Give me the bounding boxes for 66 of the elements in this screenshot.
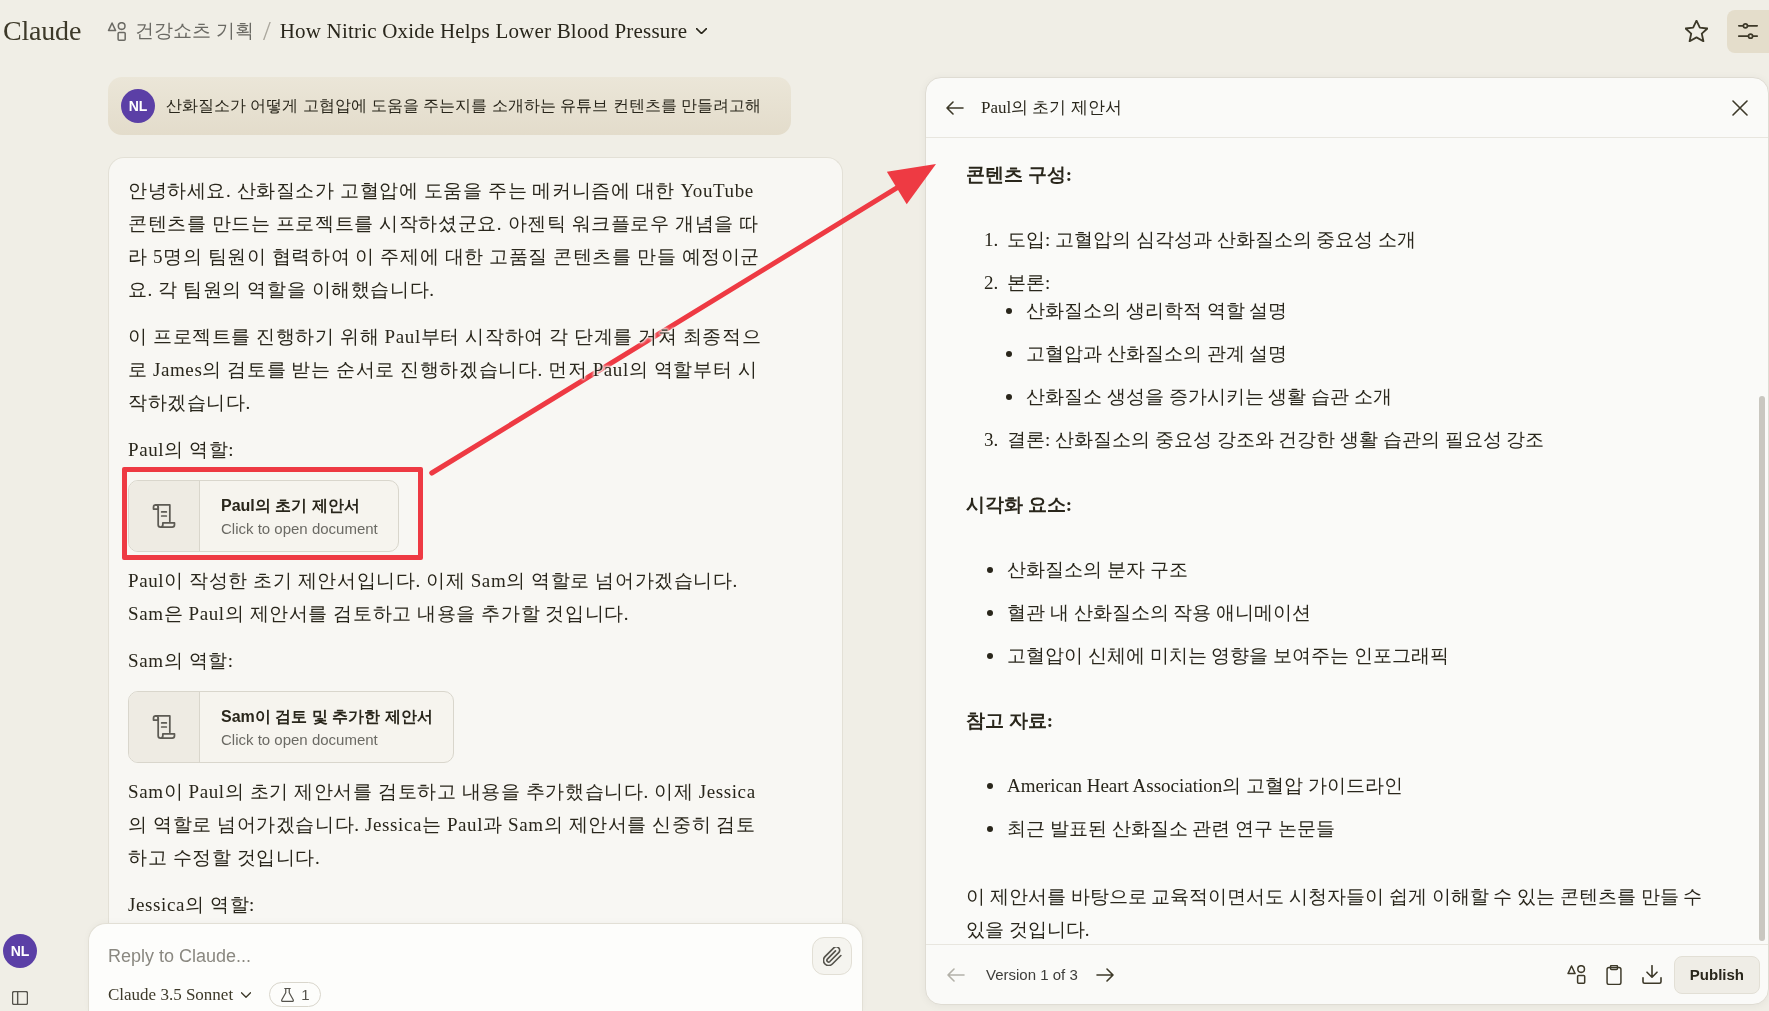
publish-button[interactable]: Publish [1673,955,1760,994]
list-item-text: 도입: 고혈압의 심각성과 산화질소의 중요성 소개 [1007,228,1417,252]
shapes-icon [107,21,128,41]
document-card[interactable]: Sam이 검토 및 추가한 제안서 Click to open document [128,691,454,763]
arrow-left-icon[interactable] [946,99,964,116]
message-paragraph: Jessica의 역할: [128,893,256,917]
bullet-icon [987,826,993,832]
bullet-icon [987,783,993,789]
list-item-text: 산화질소 생성을 증가시키는 생활 습관 소개 [1026,385,1392,409]
list-item-text: 고혈압과 산화질소의 관계 설명 [1026,342,1288,366]
bullet-icon [987,567,993,573]
list-item-text: 본론: [1007,271,1051,295]
bullet-icon [1006,394,1012,400]
shapes-icon[interactable] [1566,965,1586,984]
message-paragraph: 안녕하세요. 산화질소가 고혈압에 도움을 주는 메커니즘에 대한 YouTube 콘텐츠를 만드는 프로젝트를 시작하셨군요. 아젠틱 워크플로우 개념을 따라 5명의 팀원이 협력하여 이 주제에 대한 고품질 콘텐츠를 만들 예정이군요. 각 팀원의 역할을 이해했습니다. [128,179,761,302]
section-heading: 콘텐츠 구성: [966,163,1074,187]
scrollbar-thumb[interactable] [1759,396,1765,941]
message-paragraph: Sam이 Paul의 초기 제안서를 검토하고 내용을 추가했습니다. 이제 Jessica의 역할로 넘어가겠습니다. Jessica는 Paul과 Sam의 제안서를 신중히 검토하고 수정할 것입니다. [128,780,757,870]
settings-button[interactable] [1727,9,1769,53]
attach-button[interactable] [812,937,852,975]
message-paragraph: Paul이 작성한 초기 제안서입니다. 이제 Sam의 역할로 넘어가겠습니다. Sam은 Paul의 제안서를 검토하고 내용을 추가할 것입니다. [128,569,739,626]
user-avatar: NL [121,89,155,123]
flask-icon [281,987,295,1002]
section-heading: 시각화 요소: [966,493,1074,517]
document-icon [152,715,176,739]
reply-input[interactable]: Reply to Claude... [108,937,802,975]
list-number: 3. [984,428,999,452]
document-icon [152,504,176,528]
breadcrumb-separator: / [262,15,271,47]
list-item-text: 산화질소의 생리학적 역할 설명 [1026,299,1288,323]
bullet-icon [1006,351,1012,357]
message-paragraph: Sam의 역할: [128,649,235,673]
bullet-icon [1006,308,1012,314]
document-paragraph: 이 제안서를 바탕으로 교육적이면서도 시청자들이 쉽게 이해할 수 있는 콘텐츠를 만들 수 있을 것입니다. [966,885,1704,942]
sliders-icon [1737,23,1759,39]
reply-field[interactable]: Reply to Claude... Claude 3.5 Sonnet 1 [88,923,863,1011]
project-link[interactable]: 건강쇼츠 기획 [135,18,254,44]
artifact-title: Paul의 초기 제안서 [981,97,1122,119]
section-heading: 참고 자료: [966,709,1055,733]
bullet-icon [987,610,993,616]
message-text: 산화질소가 어떻게 고협압에 도움을 주는지를 소개하는 유튜브 컨텐츠를 만들려고해 [166,95,761,116]
model-selector[interactable]: Claude 3.5 Sonnet [108,984,252,1005]
chevron-down-icon [241,991,252,998]
chat-title-button[interactable]: How Nitric Oxide Helps Lower Blood Pressure [279,18,708,44]
download-icon[interactable] [1641,965,1662,984]
sidebar-icon[interactable] [12,991,28,1005]
list-item-text: 혈관 내 산화질소의 작용 애니메이션 [1007,601,1311,625]
list-item-text: American Heart Association의 고혈압 가이드라인 [1007,774,1403,798]
arrow-right-icon[interactable] [1095,966,1114,983]
clipboard-icon[interactable] [1605,964,1622,985]
list-item-text: 최근 발표된 산화질소 관련 연구 논문들 [1007,817,1335,841]
app-logo[interactable]: Claude [3,15,82,47]
close-icon[interactable] [1732,99,1748,116]
list-item-text: 고혈압이 신체에 미치는 영향을 보여주는 인포그래픽 [1007,644,1449,668]
list-item-text: 결론: 산화질소의 중요성 강조와 건강한 생활 습관의 필요성 강조 [1007,428,1545,452]
list-item-text: 산화질소의 분자 구조 [1007,558,1188,582]
star-icon[interactable] [1685,20,1708,42]
list-number: 2. [984,271,999,295]
bullet-icon [987,653,993,659]
user-avatar[interactable]: NL [3,934,37,968]
chevron-down-icon [696,28,708,34]
paperclip-icon [822,946,842,966]
document-card[interactable]: Paul의 초기 제안서 Click to open document [128,480,399,552]
version-label: Version 1 of 3 [986,966,1078,983]
message-paragraph: Paul의 역할: [128,438,236,462]
list-number: 1. [984,228,999,252]
